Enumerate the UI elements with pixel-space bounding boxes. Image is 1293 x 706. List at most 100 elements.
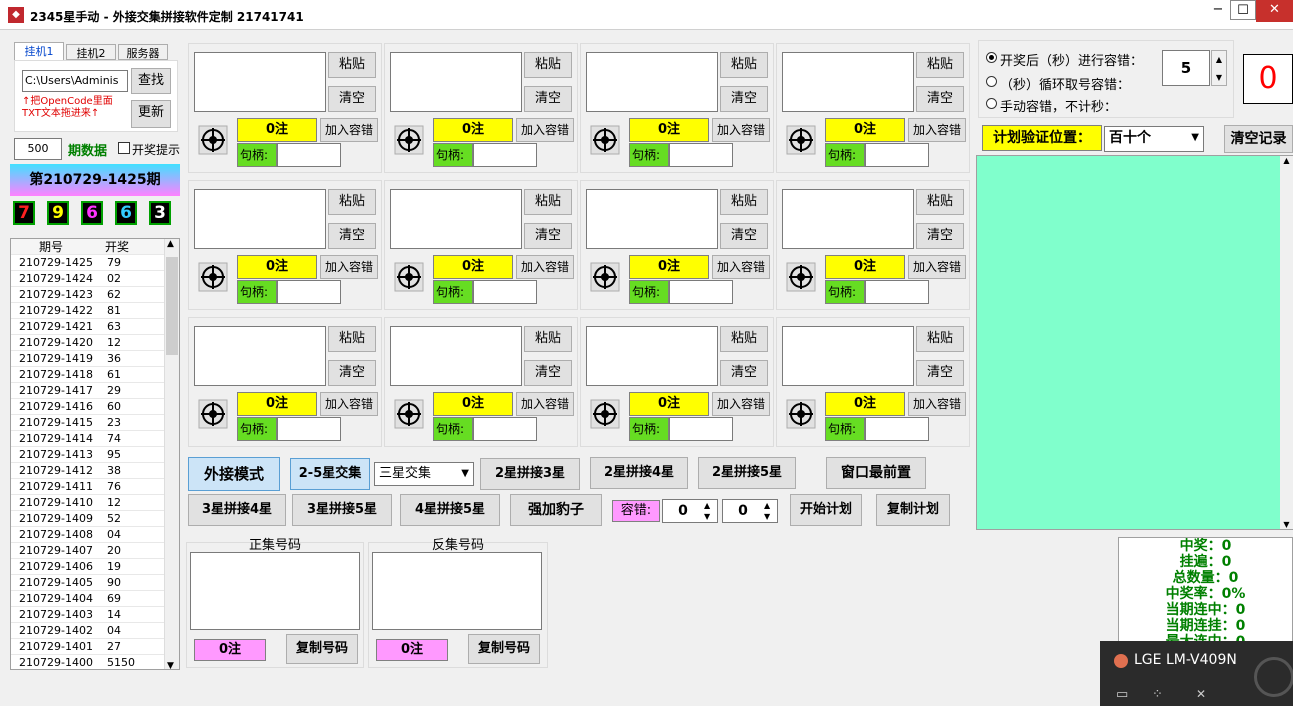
record-scrollbar[interactable]: ▲ ▼ [1280,156,1293,529]
list-item[interactable]: 210729-1421 63 [11,319,179,335]
clear-button[interactable]: 清空 [524,223,572,249]
spin-arrows-icon[interactable]: ▲ ▼ [764,500,770,522]
start-plan-button[interactable]: 开始计划 [790,494,862,526]
list-item[interactable]: 210729-1403 14 [11,607,179,623]
handle-input[interactable] [473,417,537,441]
add-tolerance-button[interactable]: 加入容错 [516,118,574,142]
tab-hang2[interactable]: 挂机2 [66,44,116,60]
cell-textarea[interactable] [586,189,718,249]
list-item[interactable]: 210729-1411 76 [11,479,179,495]
clear-button[interactable]: 清空 [916,223,964,249]
clear-button[interactable]: 清空 [720,223,768,249]
crosshair-icon[interactable] [786,125,816,155]
list-item[interactable]: 210729-1402 04 [11,623,179,639]
cell-textarea[interactable] [782,189,914,249]
handle-input[interactable] [865,417,929,441]
play-icon[interactable] [1254,657,1293,697]
scroll-down-icon[interactable]: ▼ [1280,520,1293,529]
device-notification[interactable]: LGE LM-V409N ▭ ⁘ ✕ [1100,641,1293,706]
paste-button[interactable]: 粘贴 [328,52,376,78]
list-item[interactable]: 210729-1408 04 [11,527,179,543]
handle-input[interactable] [473,143,537,167]
add-tolerance-button[interactable]: 加入容错 [320,255,378,279]
forward-set-textarea[interactable] [190,552,360,630]
list-item[interactable]: 210729-1407 20 [11,543,179,559]
window-top-button[interactable]: 窗口最前置 [826,457,926,489]
cell-textarea[interactable] [194,189,326,249]
crosshair-icon[interactable] [198,399,228,429]
paste-button[interactable]: 粘贴 [524,326,572,352]
add-tolerance-button[interactable]: 加入容错 [712,255,770,279]
list-item[interactable]: 210729-1400 5150 [11,655,179,669]
scroll-up-icon[interactable]: ▲ [1280,156,1293,165]
list-item[interactable]: 210729-1424 02 [11,271,179,287]
list-item[interactable]: 210729-1413 95 [11,447,179,463]
clear-button[interactable]: 清空 [524,360,572,386]
scroll-up-icon[interactable]: ▲ [167,239,174,249]
handle-input[interactable] [669,417,733,441]
cell-textarea[interactable] [390,189,522,249]
list-item[interactable]: 210729-1406 19 [11,559,179,575]
handle-input[interactable] [277,417,341,441]
paste-button[interactable]: 粘贴 [916,326,964,352]
list-item[interactable]: 210729-1412 38 [11,463,179,479]
chat-icon[interactable]: ▭ [1116,687,1128,702]
paste-button[interactable]: 粘贴 [720,189,768,215]
add-tolerance-button[interactable]: 加入容错 [908,392,966,416]
forward-copy-button[interactable]: 复制号码 [286,634,358,664]
seconds-input[interactable]: 5 [1162,50,1210,86]
crosshair-icon[interactable] [394,399,424,429]
crosshair-icon[interactable] [590,262,620,292]
scroll-down-icon[interactable]: ▼ [167,661,174,669]
list-item[interactable]: 210729-1401 27 [11,639,179,655]
list-item[interactable]: 210729-1416 60 [11,399,179,415]
close-button[interactable]: ✕ [1256,0,1293,22]
path-input[interactable]: C:\Users\Adminis [22,70,128,92]
cell-textarea[interactable] [194,52,326,112]
draw-tip-checkbox[interactable] [118,142,130,154]
join-4-5-button[interactable]: 4星拼接5星 [400,494,500,526]
external-mode-button[interactable]: 外接模式 [188,457,280,491]
scroll-thumb[interactable] [166,257,178,355]
crosshair-icon[interactable] [394,125,424,155]
join-3-4-button[interactable]: 3星拼接4星 [188,494,286,526]
add-tolerance-button[interactable]: 加入容错 [908,255,966,279]
add-tolerance-button[interactable]: 加入容错 [320,118,378,142]
paste-button[interactable]: 粘贴 [720,326,768,352]
reverse-set-textarea[interactable] [372,552,542,630]
paste-button[interactable]: 粘贴 [720,52,768,78]
clear-record-button[interactable]: 清空记录 [1224,125,1293,153]
cell-textarea[interactable] [194,326,326,386]
grid-icon[interactable]: ⁘ [1152,687,1163,702]
list-item[interactable]: 210729-1414 74 [11,431,179,447]
list-item[interactable]: 210729-1423 62 [11,287,179,303]
crosshair-icon[interactable] [198,262,228,292]
add-tolerance-button[interactable]: 加入容错 [908,118,966,142]
add-tolerance-button[interactable]: 加入容错 [712,118,770,142]
handle-input[interactable] [473,280,537,304]
add-tolerance-button[interactable]: 加入容错 [320,392,378,416]
handle-input[interactable] [277,143,341,167]
cell-textarea[interactable] [782,52,914,112]
list-item[interactable]: 210729-1415 23 [11,415,179,431]
verify-position-select[interactable]: 百十个 ▼ [1104,126,1204,152]
cell-textarea[interactable] [782,326,914,386]
join-2-3-button[interactable]: 2星拼接3星 [480,458,580,490]
join-2-5-button[interactable]: 2星拼接5星 [698,457,796,489]
clear-button[interactable]: 清空 [524,86,572,112]
paste-button[interactable]: 粘贴 [328,189,376,215]
paste-button[interactable]: 粘贴 [328,326,376,352]
paste-button[interactable]: 粘贴 [916,189,964,215]
clear-button[interactable]: 清空 [720,86,768,112]
handle-input[interactable] [865,143,929,167]
count-input[interactable]: 500 [14,138,62,160]
plan-record-area[interactable] [976,155,1293,530]
paste-button[interactable]: 粘贴 [524,52,572,78]
minimize-button[interactable]: − [1206,0,1230,22]
crosshair-icon[interactable] [198,125,228,155]
copy-plan-button[interactable]: 复制计划 [876,494,950,526]
reverse-copy-button[interactable]: 复制号码 [468,634,540,664]
update-button[interactable]: 更新 [131,100,171,128]
cell-textarea[interactable] [586,52,718,112]
add-tolerance-button[interactable]: 加入容错 [516,392,574,416]
